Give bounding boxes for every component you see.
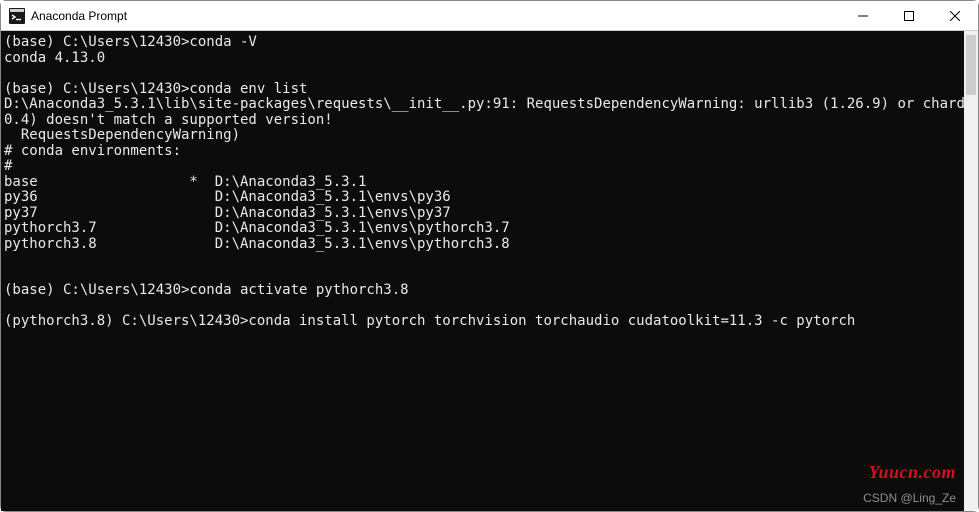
maximize-button[interactable]	[886, 1, 932, 30]
maximize-icon	[904, 11, 914, 21]
minimize-icon	[858, 11, 868, 21]
minimize-button[interactable]	[840, 1, 886, 30]
scrollbar[interactable]	[964, 31, 978, 511]
watermark-csdn: CSDN @Ling_Ze	[863, 491, 956, 505]
close-button[interactable]	[932, 1, 978, 30]
watermark-yuucn: Yuucn.com	[869, 462, 956, 483]
terminal-icon	[9, 8, 25, 24]
window-title: Anaconda Prompt	[31, 9, 127, 23]
window-controls	[840, 1, 978, 30]
scrollbar-thumb[interactable]	[966, 35, 976, 95]
close-icon	[950, 11, 960, 21]
terminal-output: (base) C:\Users\12430>conda -V conda 4.1…	[1, 31, 978, 334]
titlebar[interactable]: Anaconda Prompt	[1, 1, 978, 31]
terminal-area[interactable]: (base) C:\Users\12430>conda -V conda 4.1…	[1, 31, 978, 511]
